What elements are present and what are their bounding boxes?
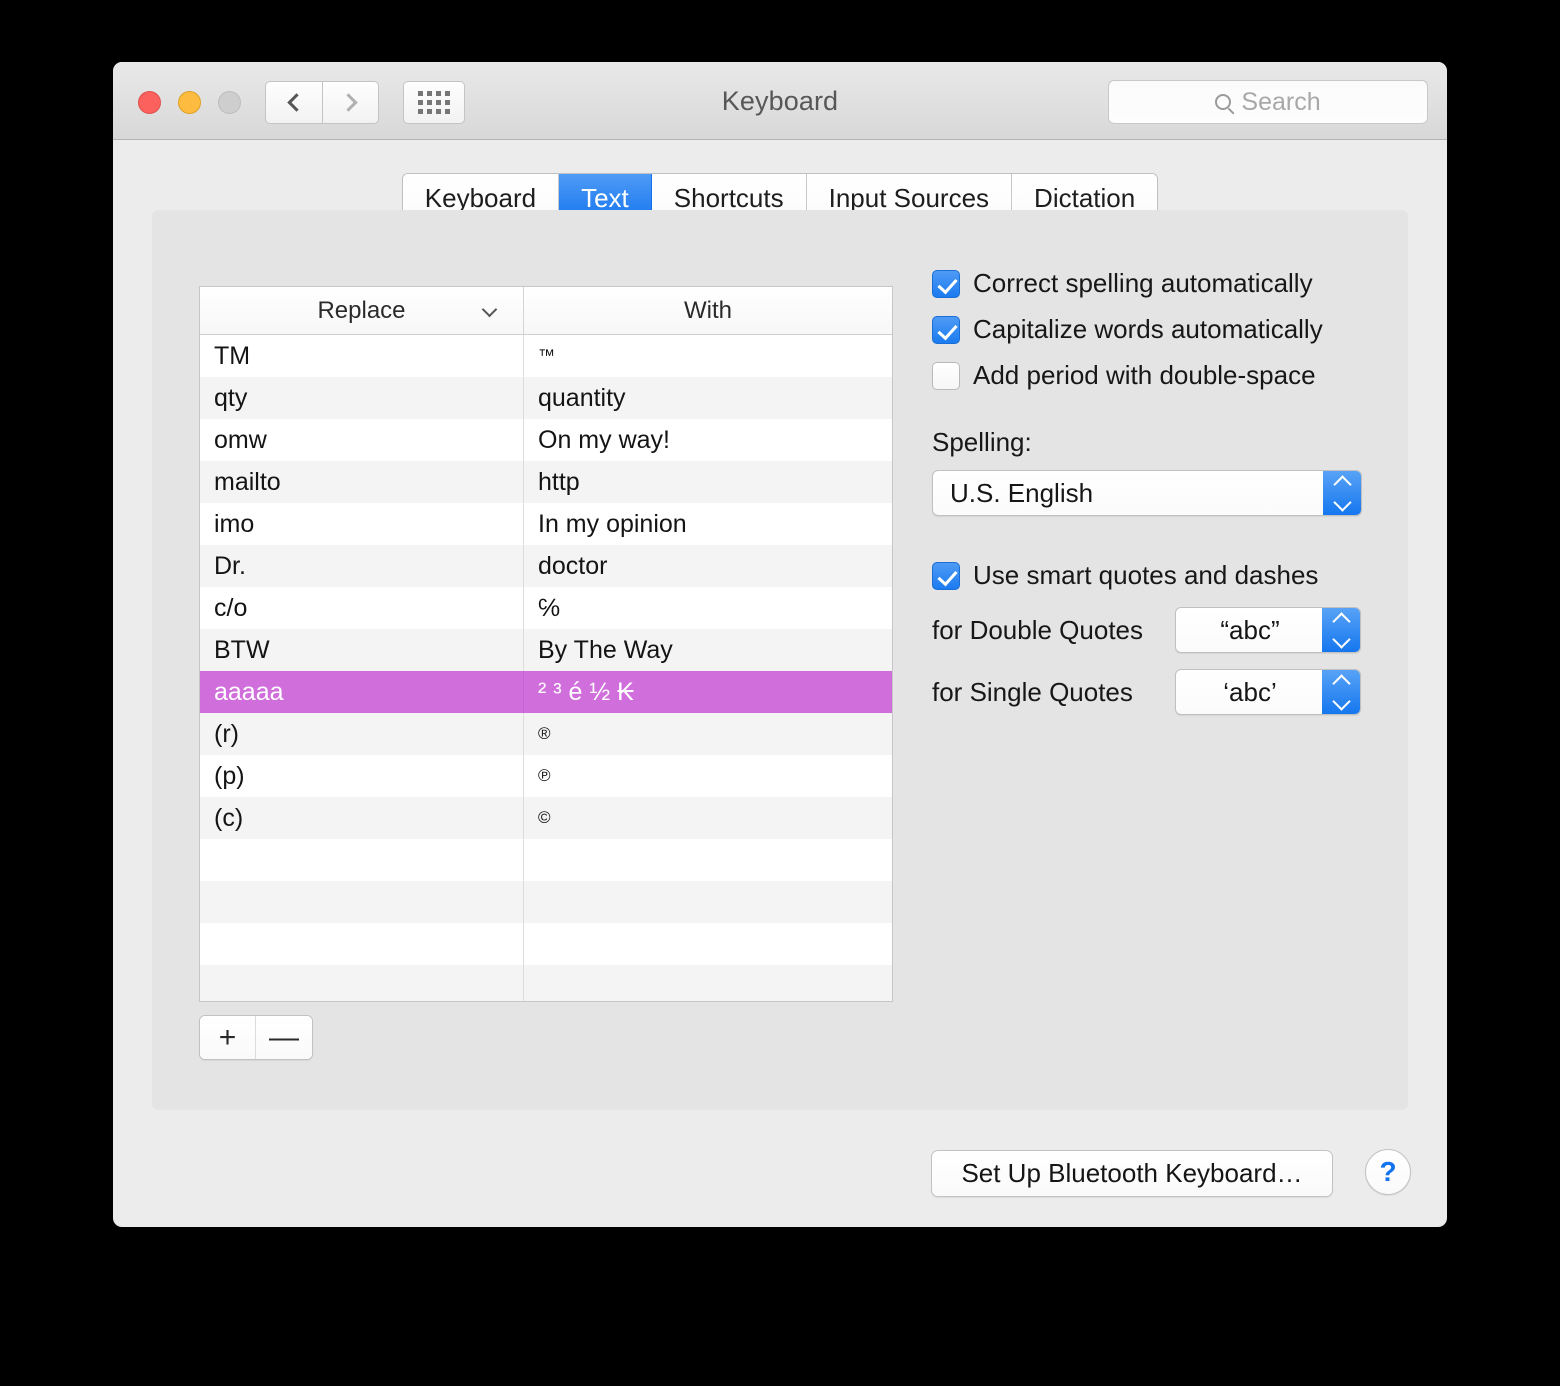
checkbox-capitalize-words[interactable]: [932, 315, 960, 344]
chevron-down-icon: [481, 301, 498, 318]
cell-with: quantity: [538, 383, 626, 412]
checkbox-row-add-period[interactable]: Add period with double-space: [932, 360, 1372, 391]
cell-with: By The Way: [538, 635, 673, 664]
set-up-bluetooth-keyboard-button[interactable]: Set Up Bluetooth Keyboard…: [931, 1150, 1333, 1197]
add-entry-button[interactable]: +: [200, 1016, 256, 1059]
search-field[interactable]: Search: [1108, 80, 1428, 124]
table-row[interactable]: (p) ℗: [200, 755, 892, 797]
cell-replace: (c): [200, 797, 524, 839]
checkbox-add-period[interactable]: [932, 361, 960, 390]
cell-with-symbol: ™: [538, 346, 555, 365]
cell-with: doctor: [538, 551, 608, 580]
table-row[interactable]: c/o ℅: [200, 587, 892, 629]
table-row[interactable]: [200, 881, 892, 923]
column-header-with-label: With: [684, 296, 732, 324]
column-header-with[interactable]: With: [524, 287, 892, 334]
table-row[interactable]: (c) ©: [200, 797, 892, 839]
cell-with: On my way!: [538, 425, 670, 454]
cell-with: [524, 839, 892, 881]
cell-replace: qty: [200, 377, 524, 419]
substitutions-table: Replace With TM ™ qty quantity omw On my way!…: [199, 286, 893, 1002]
double-quotes-label: for Double Quotes: [932, 614, 1144, 645]
checkbox-capitalize-words-label: Capitalize words automatically: [973, 314, 1323, 344]
checkbox-row-capitalize-words[interactable]: Capitalize words automatically: [932, 314, 1372, 345]
column-header-replace-label: Replace: [317, 296, 406, 324]
cell-replace: [200, 965, 524, 1001]
single-quotes-dropdown-value: ‘abc’: [1223, 676, 1277, 707]
cell-with: ² ³ é ½ ₭: [538, 677, 634, 706]
cell-replace: mailto: [200, 461, 524, 503]
cell-with-symbol: ®: [538, 724, 551, 743]
table-row[interactable]: (r) ®: [200, 713, 892, 755]
column-header-replace[interactable]: Replace: [200, 287, 524, 334]
cell-with: In my opinion: [538, 509, 687, 538]
remove-entry-button[interactable]: —: [256, 1016, 312, 1059]
table-action-buttons: + —: [199, 1015, 313, 1060]
cell-with: ℗: [524, 755, 892, 797]
checkbox-correct-spelling-label: Correct spelling automatically: [973, 268, 1313, 298]
cell-with: ®: [524, 713, 892, 755]
options-column: Correct spelling automatically Capitaliz…: [932, 268, 1372, 715]
checkbox-correct-spelling[interactable]: [932, 269, 960, 298]
checkbox-smart-quotes[interactable]: [932, 561, 960, 590]
cell-replace: (p): [200, 755, 524, 797]
stepper-icon[interactable]: [1322, 608, 1360, 652]
cell-replace: omw: [200, 419, 524, 461]
double-quotes-row: for Double Quotes “abc”: [932, 607, 1372, 653]
spelling-dropdown[interactable]: U.S. English: [932, 470, 1362, 516]
cell-with: ©: [524, 797, 892, 839]
cell-replace: [200, 881, 524, 923]
table-row[interactable]: [200, 965, 892, 1001]
help-button[interactable]: ?: [1365, 1149, 1411, 1195]
checkbox-row-smart-quotes[interactable]: Use smart quotes and dashes: [932, 560, 1372, 591]
table-row[interactable]: BTW By The Way: [200, 629, 892, 671]
cell-with: [524, 965, 892, 1001]
stepper-icon[interactable]: [1322, 670, 1360, 714]
cell-replace: TM: [200, 335, 524, 377]
cell-replace: [200, 923, 524, 965]
cell-with: [524, 923, 892, 965]
cell-with: ℅: [538, 593, 561, 622]
cell-replace: [200, 839, 524, 881]
table-row[interactable]: [200, 923, 892, 965]
cell-replace: (r): [200, 713, 524, 755]
spelling-label: Spelling:: [932, 427, 1032, 457]
single-quotes-dropdown[interactable]: ‘abc’: [1175, 669, 1361, 715]
cell-with: [524, 881, 892, 923]
table-header: Replace With: [200, 287, 892, 335]
cell-replace: c/o: [200, 587, 524, 629]
cell-with: http: [538, 467, 580, 496]
table-row[interactable]: omw On my way!: [200, 419, 892, 461]
stepper-icon[interactable]: [1323, 471, 1361, 515]
cell-replace: aaaaa: [200, 671, 524, 713]
cell-replace: imo: [200, 503, 524, 545]
checkbox-smart-quotes-label: Use smart quotes and dashes: [973, 560, 1319, 590]
spelling-dropdown-value: U.S. English: [950, 477, 1094, 508]
cell-with-symbol: ©: [538, 808, 551, 827]
cell-with-symbol: ℗: [538, 766, 551, 785]
double-quotes-dropdown-value: “abc”: [1220, 614, 1280, 645]
text-settings-panel: Replace With TM ™ qty quantity omw On my way!…: [152, 210, 1408, 1110]
single-quotes-row: for Single Quotes ‘abc’: [932, 669, 1372, 715]
cell-replace: Dr.: [200, 545, 524, 587]
window-titlebar: Keyboard Search: [113, 62, 1447, 140]
table-row[interactable]: imo In my opinion: [200, 503, 892, 545]
single-quotes-label: for Single Quotes: [932, 676, 1133, 707]
cell-replace: BTW: [200, 629, 524, 671]
search-icon: [1215, 94, 1232, 110]
cell-with: ™: [524, 335, 892, 377]
checkbox-add-period-label: Add period with double-space: [973, 360, 1316, 390]
table-row[interactable]: Dr. doctor: [200, 545, 892, 587]
checkbox-row-correct-spelling[interactable]: Correct spelling automatically: [932, 268, 1372, 299]
table-row[interactable]: aaaaa ² ³ é ½ ₭: [200, 671, 892, 713]
table-row[interactable]: mailto http: [200, 461, 892, 503]
double-quotes-dropdown[interactable]: “abc”: [1175, 607, 1361, 653]
table-body: TM ™ qty quantity omw On my way! mailto http imo…: [200, 335, 892, 1001]
search-placeholder: Search: [1241, 87, 1321, 116]
table-row[interactable]: [200, 839, 892, 881]
table-row[interactable]: TM ™: [200, 335, 892, 377]
preferences-window: Keyboard Search Keyboard Text Shortcuts Inp…: [113, 62, 1447, 1227]
table-row[interactable]: qty quantity: [200, 377, 892, 419]
